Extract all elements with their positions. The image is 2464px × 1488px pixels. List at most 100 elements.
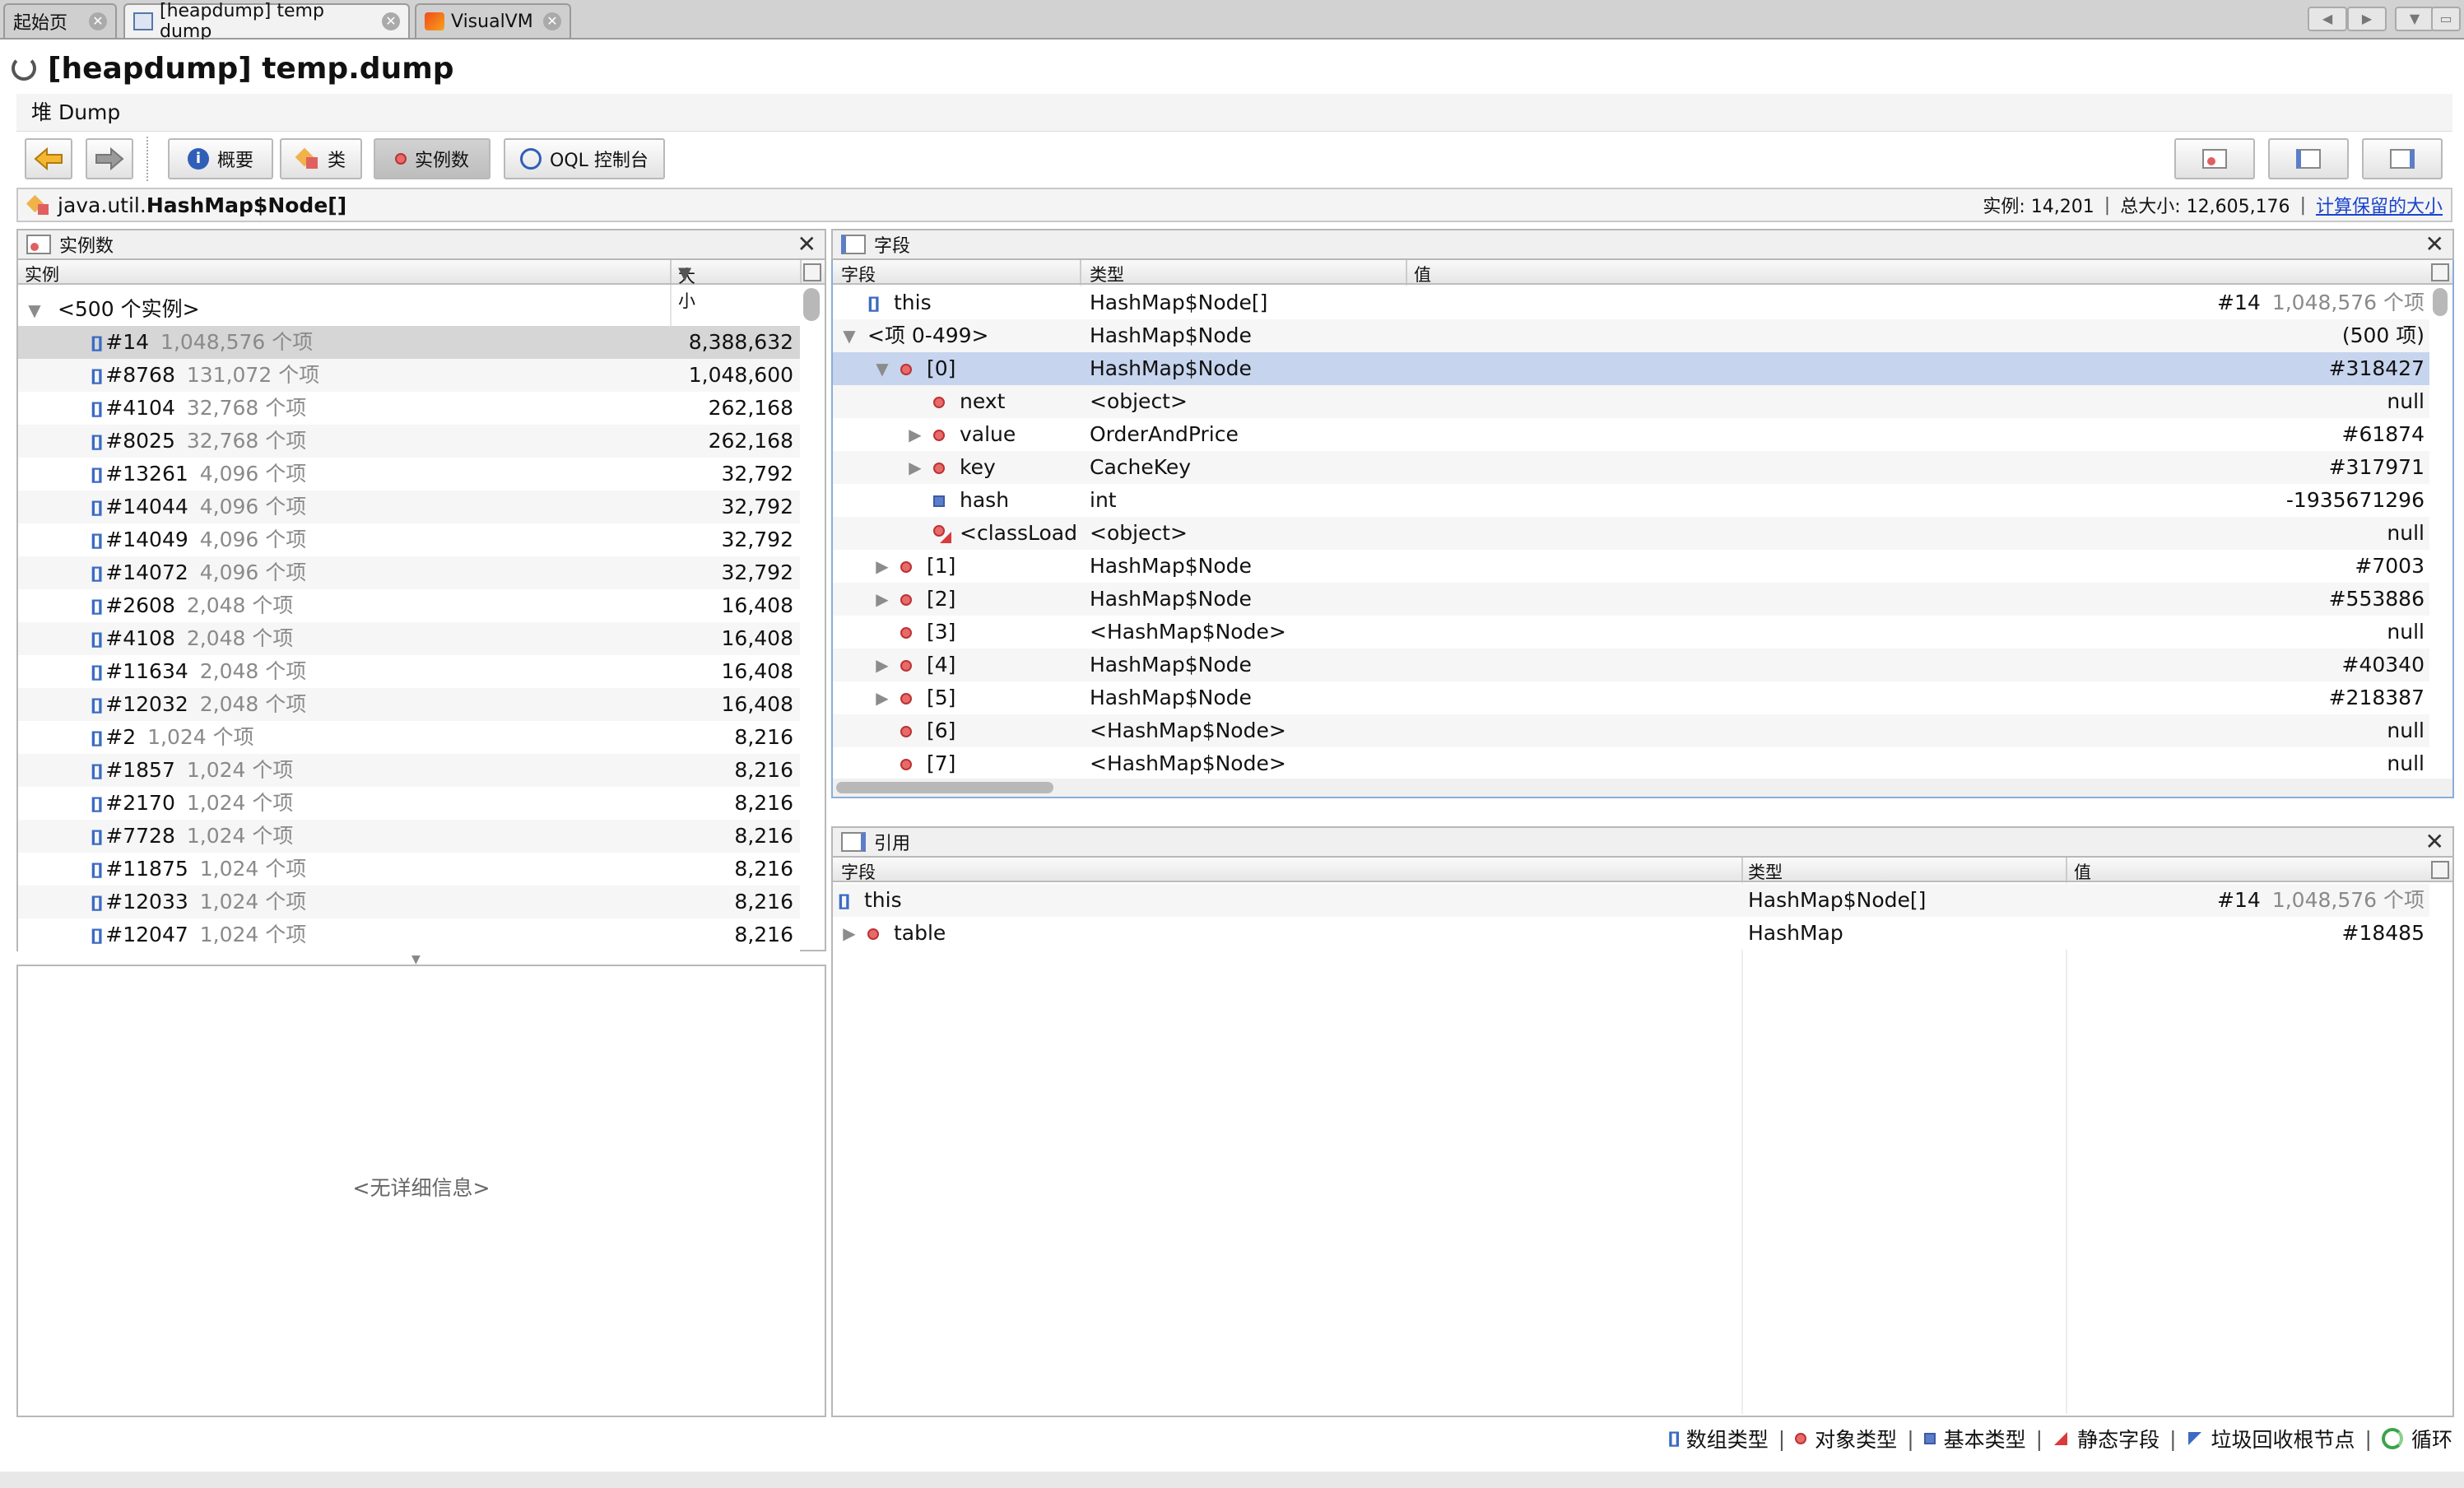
column-chooser-icon[interactable] — [2431, 861, 2449, 879]
references-view-button[interactable] — [2362, 138, 2443, 179]
instance-row[interactable]: [] #8768 131,072 个项 1,048,600 — [18, 359, 800, 392]
close-icon[interactable]: ✕ — [797, 233, 816, 256]
field-row[interactable]: ▼ <项 0-499> HashMap$Node (500 项) — [833, 319, 2429, 352]
instances-group-row[interactable]: ▼ <500 个实例> — [25, 293, 200, 327]
tab-label: 起始页 — [13, 13, 68, 34]
instance-size: 8,216 — [734, 758, 793, 782]
field-name: [4] — [927, 653, 956, 677]
field-type: CacheKey — [1090, 455, 1192, 479]
back-button[interactable] — [25, 138, 72, 179]
field-row-selected[interactable]: ▼ [0] HashMap$Node #318427 — [833, 352, 2429, 385]
instance-row[interactable]: [] #14049 4,096 个项 32,792 — [18, 523, 800, 556]
column-type[interactable]: 类型 — [1748, 859, 1783, 884]
instance-row[interactable]: [] #4104 32,768 个项 262,168 — [18, 392, 800, 425]
expand-down-icon[interactable]: ▼ — [25, 294, 44, 327]
collapse-icon[interactable]: ▼ — [839, 319, 859, 352]
instance-row[interactable]: [] #2 1,024 个项 8,216 — [18, 721, 800, 754]
field-row[interactable]: [6] <HashMap$Node> null — [833, 714, 2429, 747]
field-value-extra: 1,048,576 个项 — [2271, 291, 2424, 314]
instance-size: 262,168 — [708, 396, 793, 420]
field-row[interactable]: <classLoad <object> null — [833, 517, 2429, 550]
instance-row[interactable]: [] #4108 2,048 个项 16,408 — [18, 622, 800, 655]
expand-icon[interactable]: ▶ — [905, 451, 925, 484]
tab-heapdump[interactable]: [heapdump] temp dump ✕ — [123, 1, 410, 42]
oql-console-button[interactable]: OQL 控制台 — [504, 138, 665, 179]
instance-row[interactable]: [] #13261 4,096 个项 32,792 — [18, 458, 800, 491]
instance-row[interactable]: [] #14044 4,096 个项 32,792 — [18, 491, 800, 523]
collapse-icon[interactable]: ▼ — [872, 352, 892, 385]
expand-icon[interactable]: ▶ — [872, 550, 892, 583]
instance-row[interactable]: [] #8025 32,768 个项 262,168 — [18, 425, 800, 458]
tab-list-dropdown-icon[interactable]: ▼ — [2395, 7, 2434, 31]
instances-scrollbar-thumb[interactable] — [803, 288, 820, 321]
instances-view-icon — [2202, 149, 2227, 169]
instance-row[interactable]: [] #11634 2,048 个项 16,408 — [18, 655, 800, 688]
close-icon[interactable]: ✕ — [382, 12, 400, 30]
expand-icon[interactable]: ▶ — [905, 418, 925, 451]
reference-row[interactable]: [] this HashMap$Node[] #14 1,048,576 个项 — [833, 884, 2429, 917]
fields-horizontal-scrollbar[interactable] — [833, 779, 2452, 797]
horizontal-scrollbar-thumb[interactable] — [836, 782, 1053, 793]
group-label: <500 个实例> — [57, 297, 200, 321]
expand-icon[interactable]: ▶ — [872, 649, 892, 681]
instance-row[interactable]: [] #11875 1,024 个项 8,216 — [18, 853, 800, 886]
instance-items: 1,024 个项 — [186, 791, 294, 815]
column-chooser-icon[interactable] — [803, 263, 821, 281]
fields-view-button[interactable] — [2268, 138, 2349, 179]
primitive-type-icon — [933, 495, 945, 507]
instances-button[interactable]: 实例数 — [374, 138, 490, 179]
instance-size: 8,216 — [734, 725, 793, 749]
column-field[interactable]: 字段 — [841, 262, 876, 286]
close-icon[interactable]: ✕ — [89, 12, 107, 30]
field-row[interactable]: ▶ [5] HashMap$Node #218387 — [833, 681, 2429, 714]
field-row[interactable]: ▶ [2] HashMap$Node #553886 — [833, 583, 2429, 616]
expand-icon[interactable]: ▶ — [872, 583, 892, 616]
instance-row[interactable]: [] #12033 1,024 个项 8,216 — [18, 886, 800, 918]
column-instance[interactable]: 实例 — [25, 262, 59, 286]
instance-row[interactable]: [] #1857 1,024 个项 8,216 — [18, 754, 800, 787]
scroll-tabs-right-icon[interactable]: ▶ — [2347, 7, 2387, 31]
instance-row[interactable]: [] #12047 1,024 个项 8,216 — [18, 918, 800, 951]
overview-button[interactable]: i 概要 — [168, 138, 273, 179]
close-icon[interactable]: ✕ — [543, 12, 561, 30]
maximize-icon[interactable]: ▭ — [2431, 7, 2461, 31]
column-type[interactable]: 类型 — [1090, 262, 1124, 286]
field-row[interactable]: [] this HashMap$Node[] #14 1,048,576 个项 — [833, 286, 2429, 319]
classes-button[interactable]: 类 — [280, 138, 362, 179]
instance-row[interactable]: [] #2170 1,024 个项 8,216 — [18, 787, 800, 820]
field-row[interactable]: hash int -1935671296 — [833, 484, 2429, 517]
expand-icon[interactable]: ▶ — [872, 681, 892, 714]
field-row[interactable]: next <object> null — [833, 385, 2429, 418]
scroll-tabs-left-icon[interactable]: ◀ — [2308, 7, 2347, 31]
instance-row[interactable]: [] #14 1,048,576 个项 8,388,632 — [18, 326, 800, 359]
field-row[interactable]: [7] <HashMap$Node> null — [833, 747, 2429, 780]
field-row[interactable]: ▶ [4] HashMap$Node #40340 — [833, 649, 2429, 681]
instance-row[interactable]: [] #2608 2,048 个项 16,408 — [18, 589, 800, 622]
field-row[interactable]: [3] <HashMap$Node> null — [833, 616, 2429, 649]
column-value[interactable]: 值 — [2074, 859, 2091, 884]
expand-icon[interactable]: ▶ — [839, 917, 859, 950]
tab-visualvm[interactable]: VisualVM ✕ — [415, 3, 571, 38]
field-row[interactable]: ▶ value OrderAndPrice #61874 — [833, 418, 2429, 451]
column-value[interactable]: 值 — [1414, 262, 1431, 286]
compute-retained-size-link[interactable]: 计算保留的大小 — [2316, 192, 2443, 218]
column-chooser-icon[interactable] — [2431, 263, 2449, 281]
reference-row[interactable]: ▶ table HashMap #18485 — [833, 917, 2429, 950]
close-icon[interactable]: ✕ — [2425, 233, 2444, 256]
field-row[interactable]: ▶ [1] HashMap$Node #7003 — [833, 550, 2429, 583]
instance-row[interactable]: [] #14072 4,096 个项 32,792 — [18, 556, 800, 589]
forward-button[interactable] — [86, 138, 133, 179]
instance-row[interactable]: [] #7728 1,024 个项 8,216 — [18, 820, 800, 853]
page-title-row: [heapdump] temp.dump — [12, 48, 454, 89]
array-type-icon: [] — [91, 860, 103, 880]
instance-row[interactable]: [] #12032 2,048 个项 16,408 — [18, 688, 800, 721]
tab-start-page[interactable]: 起始页 ✕ — [3, 3, 117, 38]
fields-scrollbar-thumb[interactable] — [2433, 288, 2448, 316]
instance-items: 4,096 个项 — [199, 462, 307, 486]
instances-view-button[interactable] — [2174, 138, 2255, 179]
column-field[interactable]: 字段 — [841, 859, 876, 884]
legend-label: 静态字段 — [2077, 1428, 2160, 1452]
close-icon[interactable]: ✕ — [2425, 830, 2444, 853]
field-row[interactable]: ▶ key CacheKey #317971 — [833, 451, 2429, 484]
references-panel-icon — [841, 832, 866, 852]
